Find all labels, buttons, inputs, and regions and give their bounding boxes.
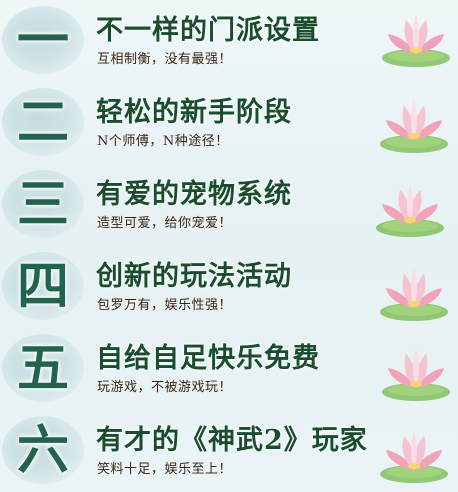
lotus-flower-icon [380, 100, 448, 153]
feature-numeral: 一 [16, 10, 69, 71]
lotus-flower-icon [380, 430, 448, 483]
feature-row-4: 四 创新的玩法活动 包罗万有，娱乐性强！ [0, 246, 458, 328]
feature-row-1: 一 不一样的门派设置 互相制衡，没有最强！ [0, 0, 458, 82]
feature-title: 有才的《神武2》玩家 [96, 425, 368, 456]
lotus-flower-icon [380, 268, 448, 321]
feature-title: 不一样的门派设置 [96, 15, 320, 46]
feature-title: 创新的玩法活动 [96, 261, 292, 292]
feature-numeral: 六 [16, 420, 69, 481]
feature-subtitle: 造型可爱，给你宠爱！ [97, 216, 233, 231]
feature-row-6: 六 有才的《神武2》玩家 笑料十足，娱乐至上！ [0, 410, 458, 492]
feature-numeral: 四 [16, 256, 69, 317]
feature-row-3: 三 有爱的宠物系统 造型可爱，给你宠爱！ [0, 164, 458, 246]
feature-row-5: 五 自给自足快乐免费 玩游戏，不被游戏玩！ [0, 328, 458, 410]
feature-numeral: 三 [16, 174, 69, 235]
feature-numeral: 五 [16, 338, 69, 399]
feature-list: 一 不一样的门派设置 互相制衡，没有最强！ 二 轻松的新手阶段 N个师傅，N种途… [0, 0, 458, 492]
feature-subtitle: N个师傅，N种途径！ [97, 134, 229, 149]
feature-row-2: 二 轻松的新手阶段 N个师傅，N种途径！ [0, 82, 458, 164]
feature-numeral: 二 [16, 92, 69, 153]
feature-subtitle: 笑料十足，娱乐至上！ [97, 462, 233, 477]
feature-subtitle: 玩游戏，不被游戏玩！ [97, 380, 233, 395]
feature-title: 自给自足快乐免费 [96, 343, 320, 374]
lotus-flower-icon [382, 348, 450, 401]
feature-title: 轻松的新手阶段 [96, 97, 292, 128]
lotus-flower-icon [382, 14, 450, 67]
lotus-flower-icon [376, 184, 444, 237]
feature-title: 有爱的宠物系统 [96, 179, 292, 210]
feature-subtitle: 互相制衡，没有最强！ [97, 52, 233, 67]
feature-subtitle: 包罗万有，娱乐性强！ [97, 298, 233, 313]
